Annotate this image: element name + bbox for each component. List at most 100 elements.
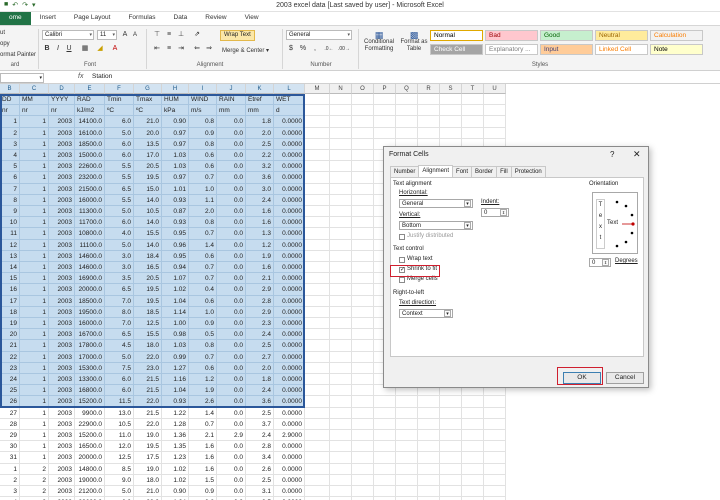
grid-cell[interactable]: 2.3 <box>246 318 274 330</box>
grid-cell[interactable]: 0.0000 <box>274 306 305 318</box>
grid-cell[interactable]: 0.96 <box>162 239 189 251</box>
grid-cell[interactable] <box>305 172 330 184</box>
grid-cell[interactable] <box>418 486 440 498</box>
column-header-m[interactable]: M <box>305 84 330 94</box>
grid-cell[interactable] <box>352 161 374 173</box>
grid-cell[interactable]: 0.0 <box>217 228 246 240</box>
grid-cell[interactable]: HUM <box>162 94 189 106</box>
grid-cell[interactable]: 17000.0 <box>75 351 105 363</box>
grid-cell[interactable] <box>352 418 374 430</box>
grid-cell[interactable]: 0.93 <box>162 194 189 206</box>
grid-cell[interactable] <box>330 161 352 173</box>
grid-cell[interactable]: 22900.0 <box>75 418 105 430</box>
grid-cell[interactable] <box>462 474 484 486</box>
grid-cell[interactable] <box>305 161 330 173</box>
grid-cell[interactable] <box>330 183 352 195</box>
grid-cell[interactable]: 21500.0 <box>75 183 105 195</box>
grid-cell[interactable] <box>396 430 418 442</box>
grid-cell[interactable]: 1 <box>20 430 49 442</box>
grid-cell[interactable] <box>305 486 330 498</box>
grid-cell[interactable]: 2.1 <box>246 273 274 285</box>
grid-cell[interactable]: 12.0 <box>105 441 134 453</box>
grid-cell[interactable]: 18 <box>0 306 20 318</box>
grid-cell[interactable]: 19 <box>0 318 20 330</box>
grid-cell[interactable] <box>374 463 396 475</box>
grid-cell[interactable] <box>352 105 374 117</box>
grid-cell[interactable]: 0.97 <box>162 127 189 139</box>
grid-cell[interactable]: 2.0 <box>246 362 274 374</box>
grid-cell[interactable] <box>396 486 418 498</box>
grid-cell[interactable] <box>305 206 330 218</box>
grid-cell[interactable] <box>305 340 330 352</box>
grid-cell[interactable]: 2.6 <box>246 463 274 475</box>
grid-cell[interactable]: 0.0000 <box>274 396 305 408</box>
grid-cell[interactable] <box>352 295 374 307</box>
grid-cell[interactable] <box>352 150 374 162</box>
grid-cell[interactable]: RAIN <box>217 94 246 106</box>
grid-cell[interactable]: 1.6 <box>246 206 274 218</box>
grid-cell[interactable] <box>305 262 330 274</box>
grid-cell[interactable] <box>484 474 506 486</box>
grid-cell[interactable] <box>418 452 440 464</box>
grid-cell[interactable]: 2.4 <box>246 194 274 206</box>
grid-cell[interactable] <box>330 94 352 106</box>
grid-cell[interactable]: 1.03 <box>162 150 189 162</box>
grid-cell[interactable]: 19.5 <box>134 441 162 453</box>
grid-cell[interactable] <box>330 452 352 464</box>
grid-cell[interactable]: 29 <box>0 430 20 442</box>
align-right-icon[interactable]: ⇥ <box>176 44 186 54</box>
grid-cell[interactable] <box>330 172 352 184</box>
grid-cell[interactable]: 10800.0 <box>75 228 105 240</box>
grid-cell[interactable] <box>440 127 462 139</box>
grid-cell[interactable] <box>418 407 440 419</box>
grid-cell[interactable] <box>484 94 506 106</box>
grid-cell[interactable]: 1 <box>20 206 49 218</box>
grid-cell[interactable]: 0.0 <box>217 486 246 498</box>
grid-cell[interactable] <box>305 116 330 128</box>
grid-cell[interactable]: 1 <box>20 138 49 150</box>
grid-cell[interactable]: 1.16 <box>162 374 189 386</box>
grid-cell[interactable]: 2.5 <box>246 474 274 486</box>
grid-cell[interactable]: 6.5 <box>105 284 134 296</box>
decrease-decimal-icon[interactable]: .00→ <box>338 44 350 54</box>
grid-cell[interactable]: 0.0000 <box>274 463 305 475</box>
grid-cell[interactable]: 1 <box>20 116 49 128</box>
grid-cell[interactable] <box>462 441 484 453</box>
grid-cell[interactable] <box>484 430 506 442</box>
column-header-k[interactable]: K <box>246 84 274 94</box>
help-icon[interactable]: ? <box>610 150 614 159</box>
grid-cell[interactable]: 2003 <box>49 351 75 363</box>
grid-cell[interactable]: 18500.0 <box>75 138 105 150</box>
grid-cell[interactable] <box>352 474 374 486</box>
grid-cell[interactable]: MM <box>20 94 49 106</box>
grid-cell[interactable]: 0.0000 <box>274 374 305 386</box>
grid-cell[interactable]: 2.7 <box>246 351 274 363</box>
grid-cell[interactable]: 2003 <box>49 127 75 139</box>
grid-cell[interactable]: 3.2 <box>246 161 274 173</box>
grid-cell[interactable]: 2.9000 <box>274 430 305 442</box>
grid-cell[interactable]: 1.6 <box>189 463 217 475</box>
grid-cell[interactable] <box>305 239 330 251</box>
grid-cell[interactable]: 0.8 <box>189 116 217 128</box>
grid-cell[interactable]: 22.0 <box>134 396 162 408</box>
grid-cell[interactable]: 0.0000 <box>274 418 305 430</box>
grid-cell[interactable] <box>352 194 374 206</box>
grid-cell[interactable]: 3 <box>0 486 20 498</box>
grid-cell[interactable]: 0.0 <box>217 284 246 296</box>
grid-cell[interactable]: 19.5 <box>134 295 162 307</box>
vertical-select[interactable]: Bottom ▾ <box>399 221 473 230</box>
grid-cell[interactable]: 8.5 <box>105 463 134 475</box>
grid-cell[interactable]: 11 <box>0 228 20 240</box>
grid-cell[interactable] <box>396 474 418 486</box>
grid-cell[interactable] <box>396 441 418 453</box>
grid-cell[interactable]: 2003 <box>49 239 75 251</box>
grid-cell[interactable] <box>418 418 440 430</box>
grid-cell[interactable]: 1 <box>20 172 49 184</box>
grid-cell[interactable]: 21.0 <box>134 116 162 128</box>
grid-cell[interactable]: 2 <box>20 486 49 498</box>
column-header-i[interactable]: I <box>189 84 217 94</box>
grid-cell[interactable]: 12.5 <box>105 452 134 464</box>
grid-cell[interactable]: 5.0 <box>105 486 134 498</box>
grid-cell[interactable]: 6.0 <box>105 385 134 397</box>
grid-cell[interactable] <box>305 362 330 374</box>
